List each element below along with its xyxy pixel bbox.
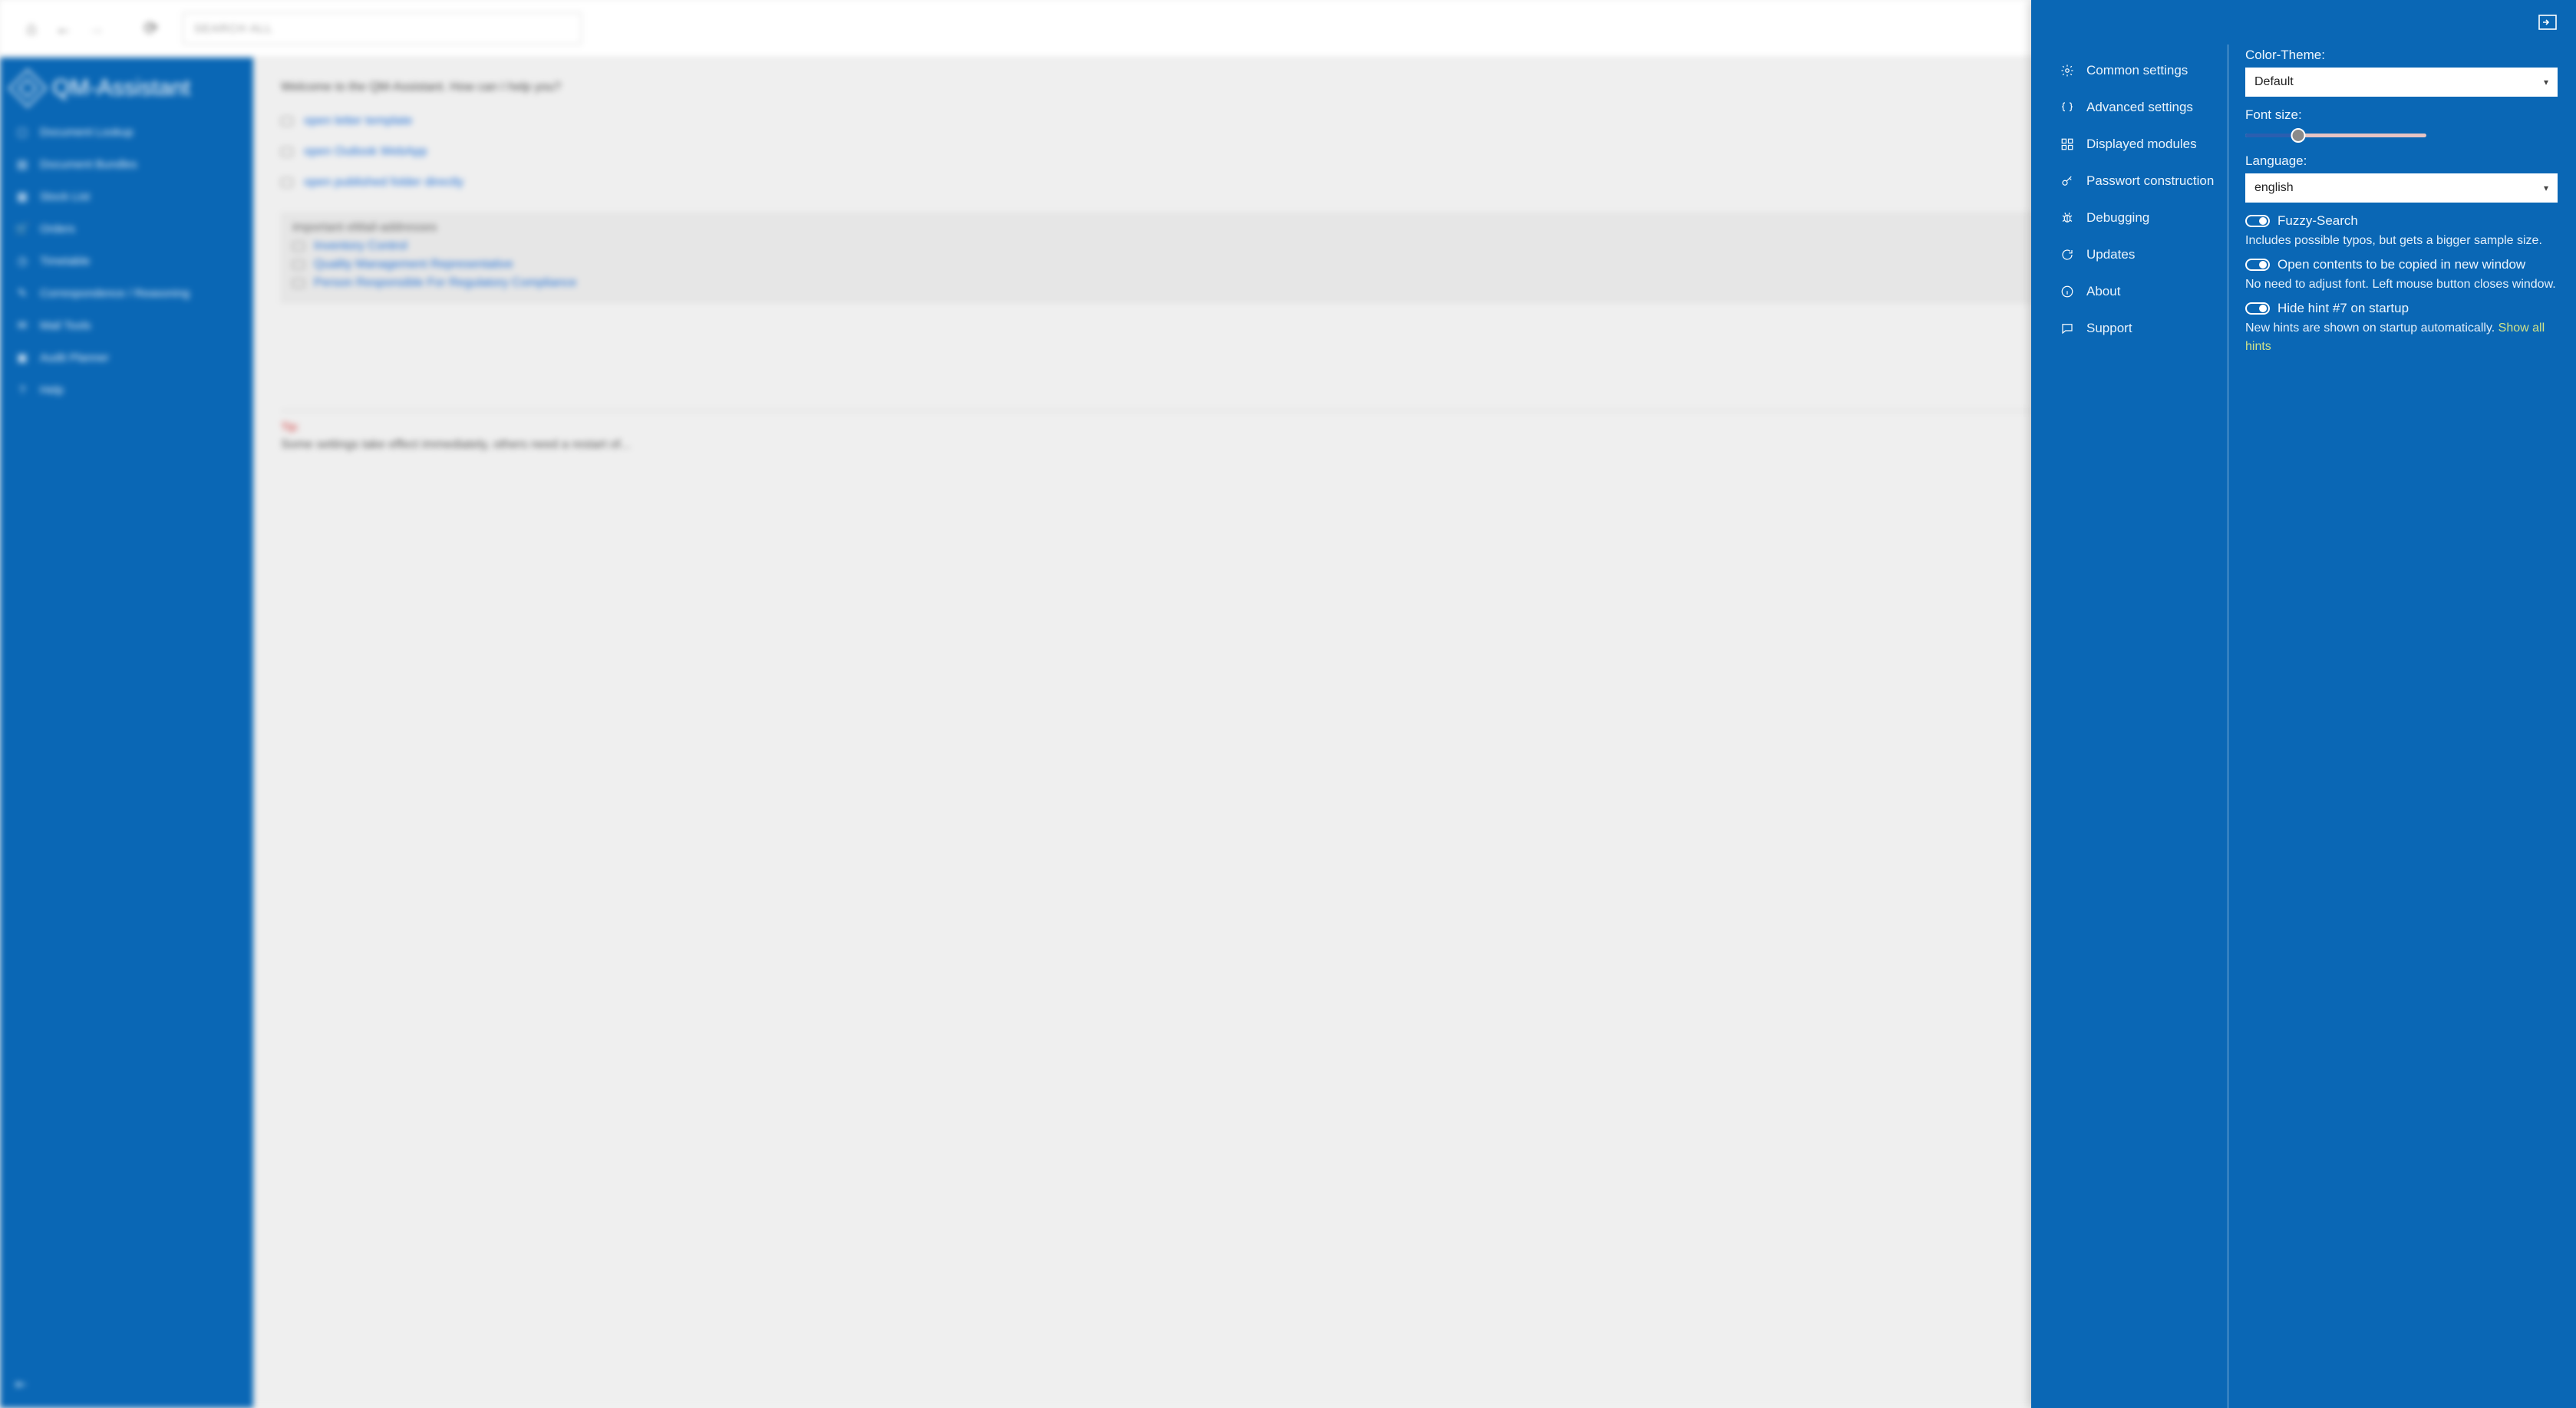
mail-icon [292, 242, 305, 251]
sidebar-item-audit-planner[interactable]: ▣Audit Planner [0, 341, 253, 374]
language-select[interactable]: english ▾ [2245, 173, 2558, 203]
refresh-icon[interactable]: ⟳ [135, 12, 167, 45]
settings-content-common: Color-Theme: Default ▾ Font size: Langua… [2245, 45, 2558, 1408]
list-icon: ▦ [15, 190, 29, 203]
fuzzy-search-toggle[interactable] [2245, 215, 2270, 227]
fuzzy-search-desc: Includes possible typos, but gets a bigg… [2245, 232, 2558, 249]
settings-menu-label: Debugging [2086, 210, 2149, 226]
settings-panel-header [2031, 0, 2576, 45]
font-size-slider[interactable] [2245, 127, 2558, 143]
open-new-window-desc: No need to adjust font. Left mouse butto… [2245, 275, 2558, 293]
app-title-text: QM-Assistant [52, 75, 190, 101]
settings-menu-label: Support [2086, 321, 2132, 336]
sidebar-item-document-lookup[interactable]: ▢Document Lookup [0, 116, 253, 148]
back-icon[interactable]: ← [48, 12, 80, 45]
settings-menu-password[interactable]: Passwort construction [2059, 163, 2220, 199]
sidebar-item-timetable[interactable]: ◷Timetable [0, 245, 253, 277]
font-size-field: Font size: [2245, 107, 2558, 143]
chevron-down-icon: ▾ [2544, 77, 2548, 87]
folder-icon [281, 178, 293, 187]
mail-icon [292, 260, 305, 269]
fuzzy-search-label: Fuzzy-Search [2278, 213, 2358, 229]
color-theme-select[interactable]: Default ▾ [2245, 68, 2558, 97]
open-new-window-row: Open contents to be copied in new window [2245, 257, 2558, 272]
settings-panel: Common settings Advanced settings Displa… [2031, 0, 2576, 1408]
close-panel-icon[interactable] [2538, 12, 2558, 32]
bundle-icon: ▤ [15, 157, 29, 171]
gear-icon [2059, 62, 2076, 79]
search-input[interactable]: SEARCH ALL [183, 12, 582, 45]
app-title: QM-Assistant [0, 65, 253, 116]
settings-menu-debug[interactable]: Debugging [2059, 199, 2220, 236]
search-placeholder: SEARCH ALL [194, 22, 273, 35]
settings-menu-label: Advanced settings [2086, 100, 2193, 115]
sidebar-item-mail-tools[interactable]: ✉Mail Tools [0, 309, 253, 341]
color-theme-field: Color-Theme: Default ▾ [2245, 48, 2558, 97]
language-field: Language: english ▾ [2245, 153, 2558, 203]
color-theme-label: Color-Theme: [2245, 48, 2558, 63]
settings-menu-label: Passwort construction [2086, 173, 2214, 189]
mail-icon [292, 279, 305, 288]
help-icon: ? [15, 383, 29, 397]
clock-icon: ◷ [15, 254, 29, 268]
hide-hint-row: Hide hint #7 on startup [2245, 301, 2558, 316]
sidebar-item-document-bundles[interactable]: ▤Document Bundles [0, 148, 253, 180]
fuzzy-search-row: Fuzzy-Search [2245, 213, 2558, 229]
settings-menu-label: Updates [2086, 247, 2135, 262]
pen-icon: ✎ [15, 286, 29, 300]
settings-menu-common[interactable]: Common settings [2059, 52, 2220, 89]
key-icon [2059, 173, 2076, 190]
cart-icon: 🛒 [15, 222, 29, 236]
settings-menu-support[interactable]: Support [2059, 310, 2220, 347]
hide-hint-label: Hide hint #7 on startup [2278, 301, 2409, 316]
calendar-icon: ▣ [15, 351, 29, 364]
window-icon [281, 117, 293, 126]
settings-menu-modules[interactable]: Displayed modules [2059, 126, 2220, 163]
settings-menu: Common settings Advanced settings Displa… [2059, 45, 2220, 1408]
home-icon[interactable]: ⌂ [15, 12, 48, 45]
sidebar-item-orders[interactable]: 🛒Orders [0, 213, 253, 245]
braces-icon [2059, 99, 2076, 116]
collapse-sidebar-icon[interactable]: ⇤ [15, 1377, 27, 1393]
slider-thumb[interactable] [2291, 128, 2306, 143]
update-icon [2059, 246, 2076, 263]
sidebar-item-stock-list[interactable]: ▦Stock List [0, 180, 253, 213]
hide-hint-desc: New hints are shown on startup automatic… [2245, 319, 2558, 354]
settings-menu-label: About [2086, 284, 2120, 299]
sidebar: QM-Assistant ▢Document Lookup ▤Document … [0, 58, 253, 1408]
hide-hint-desc-text: New hints are shown on startup automatic… [2245, 321, 2498, 335]
grid-icon [2059, 136, 2076, 153]
settings-menu-label: Common settings [2086, 63, 2188, 78]
sidebar-item-help[interactable]: ?Help [0, 374, 253, 406]
settings-menu-about[interactable]: About [2059, 273, 2220, 310]
info-icon [2059, 283, 2076, 300]
settings-menu-advanced[interactable]: Advanced settings [2059, 89, 2220, 126]
chevron-down-icon: ▾ [2544, 183, 2548, 193]
window-icon [281, 147, 293, 157]
document-icon: ▢ [15, 125, 29, 139]
chat-icon [2059, 320, 2076, 337]
sidebar-item-correspondence[interactable]: ✎Correspondence / Reasoning [0, 277, 253, 309]
language-value: english [2254, 181, 2294, 195]
settings-menu-updates[interactable]: Updates [2059, 236, 2220, 273]
bug-icon [2059, 209, 2076, 226]
mail-icon: ✉ [15, 318, 29, 332]
app-logo-icon [8, 69, 48, 108]
forward-icon: → [80, 12, 112, 45]
color-theme-value: Default [2254, 75, 2294, 89]
open-new-window-toggle[interactable] [2245, 259, 2270, 271]
settings-menu-label: Displayed modules [2086, 137, 2197, 152]
language-label: Language: [2245, 153, 2558, 169]
hide-hint-toggle[interactable] [2245, 302, 2270, 315]
font-size-label: Font size: [2245, 107, 2558, 123]
open-new-window-label: Open contents to be copied in new window [2278, 257, 2525, 272]
